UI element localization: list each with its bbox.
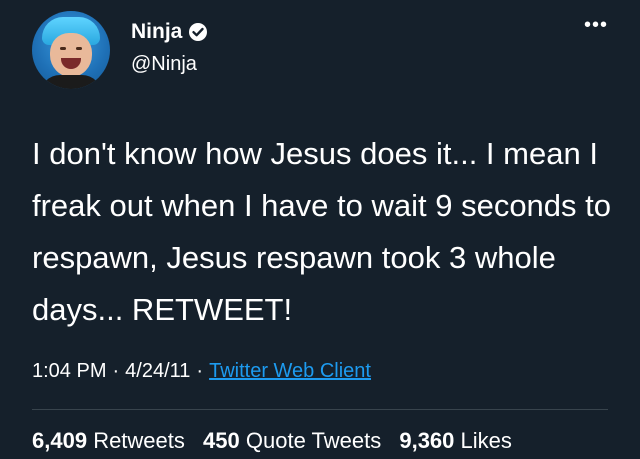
tweet-date[interactable]: 4/24/11 — [125, 360, 190, 382]
user-handle[interactable]: @Ninja — [131, 53, 197, 76]
tweet-time[interactable]: 1:04 PM — [32, 360, 106, 382]
divider — [32, 409, 608, 410]
tweet-stats: 6,409 Retweets 450 Quote Tweets 9,360 Li… — [32, 428, 524, 454]
likes-label: Likes — [460, 428, 512, 453]
tweet-text: I don't know how Jesus does it... I mean… — [32, 136, 612, 327]
avatar-face — [50, 33, 92, 77]
client-link[interactable]: Twitter Web Client — [209, 360, 371, 382]
quotes-label: Quote Tweets — [245, 428, 382, 453]
verified-badge-icon — [188, 22, 208, 42]
retweets-label: Retweets — [93, 428, 185, 453]
avatar-shirt — [40, 75, 102, 89]
retweets-stat[interactable]: 6,409 Retweets — [32, 428, 185, 453]
avatar-eye-left — [60, 47, 66, 50]
meta-separator: · — [196, 360, 204, 382]
likes-count: 9,360 — [399, 428, 455, 453]
name-row: Ninja — [131, 20, 208, 44]
tweet-card: Ninja @Ninja ••• I don't know how Jesus … — [0, 0, 640, 459]
avatar[interactable] — [32, 11, 110, 89]
more-options-icon[interactable]: ••• — [584, 15, 608, 35]
avatar-eye-right — [76, 47, 82, 50]
quotes-count: 450 — [203, 428, 240, 453]
meta-separator: · — [112, 360, 120, 382]
display-name[interactable]: Ninja — [131, 20, 182, 44]
likes-stat[interactable]: 9,360 Likes — [399, 428, 512, 453]
retweets-count: 6,409 — [32, 428, 88, 453]
quotes-stat[interactable]: 450 Quote Tweets — [203, 428, 381, 453]
tweet-meta: 1:04 PM · 4/24/11 · Twitter Web Client — [32, 360, 371, 383]
